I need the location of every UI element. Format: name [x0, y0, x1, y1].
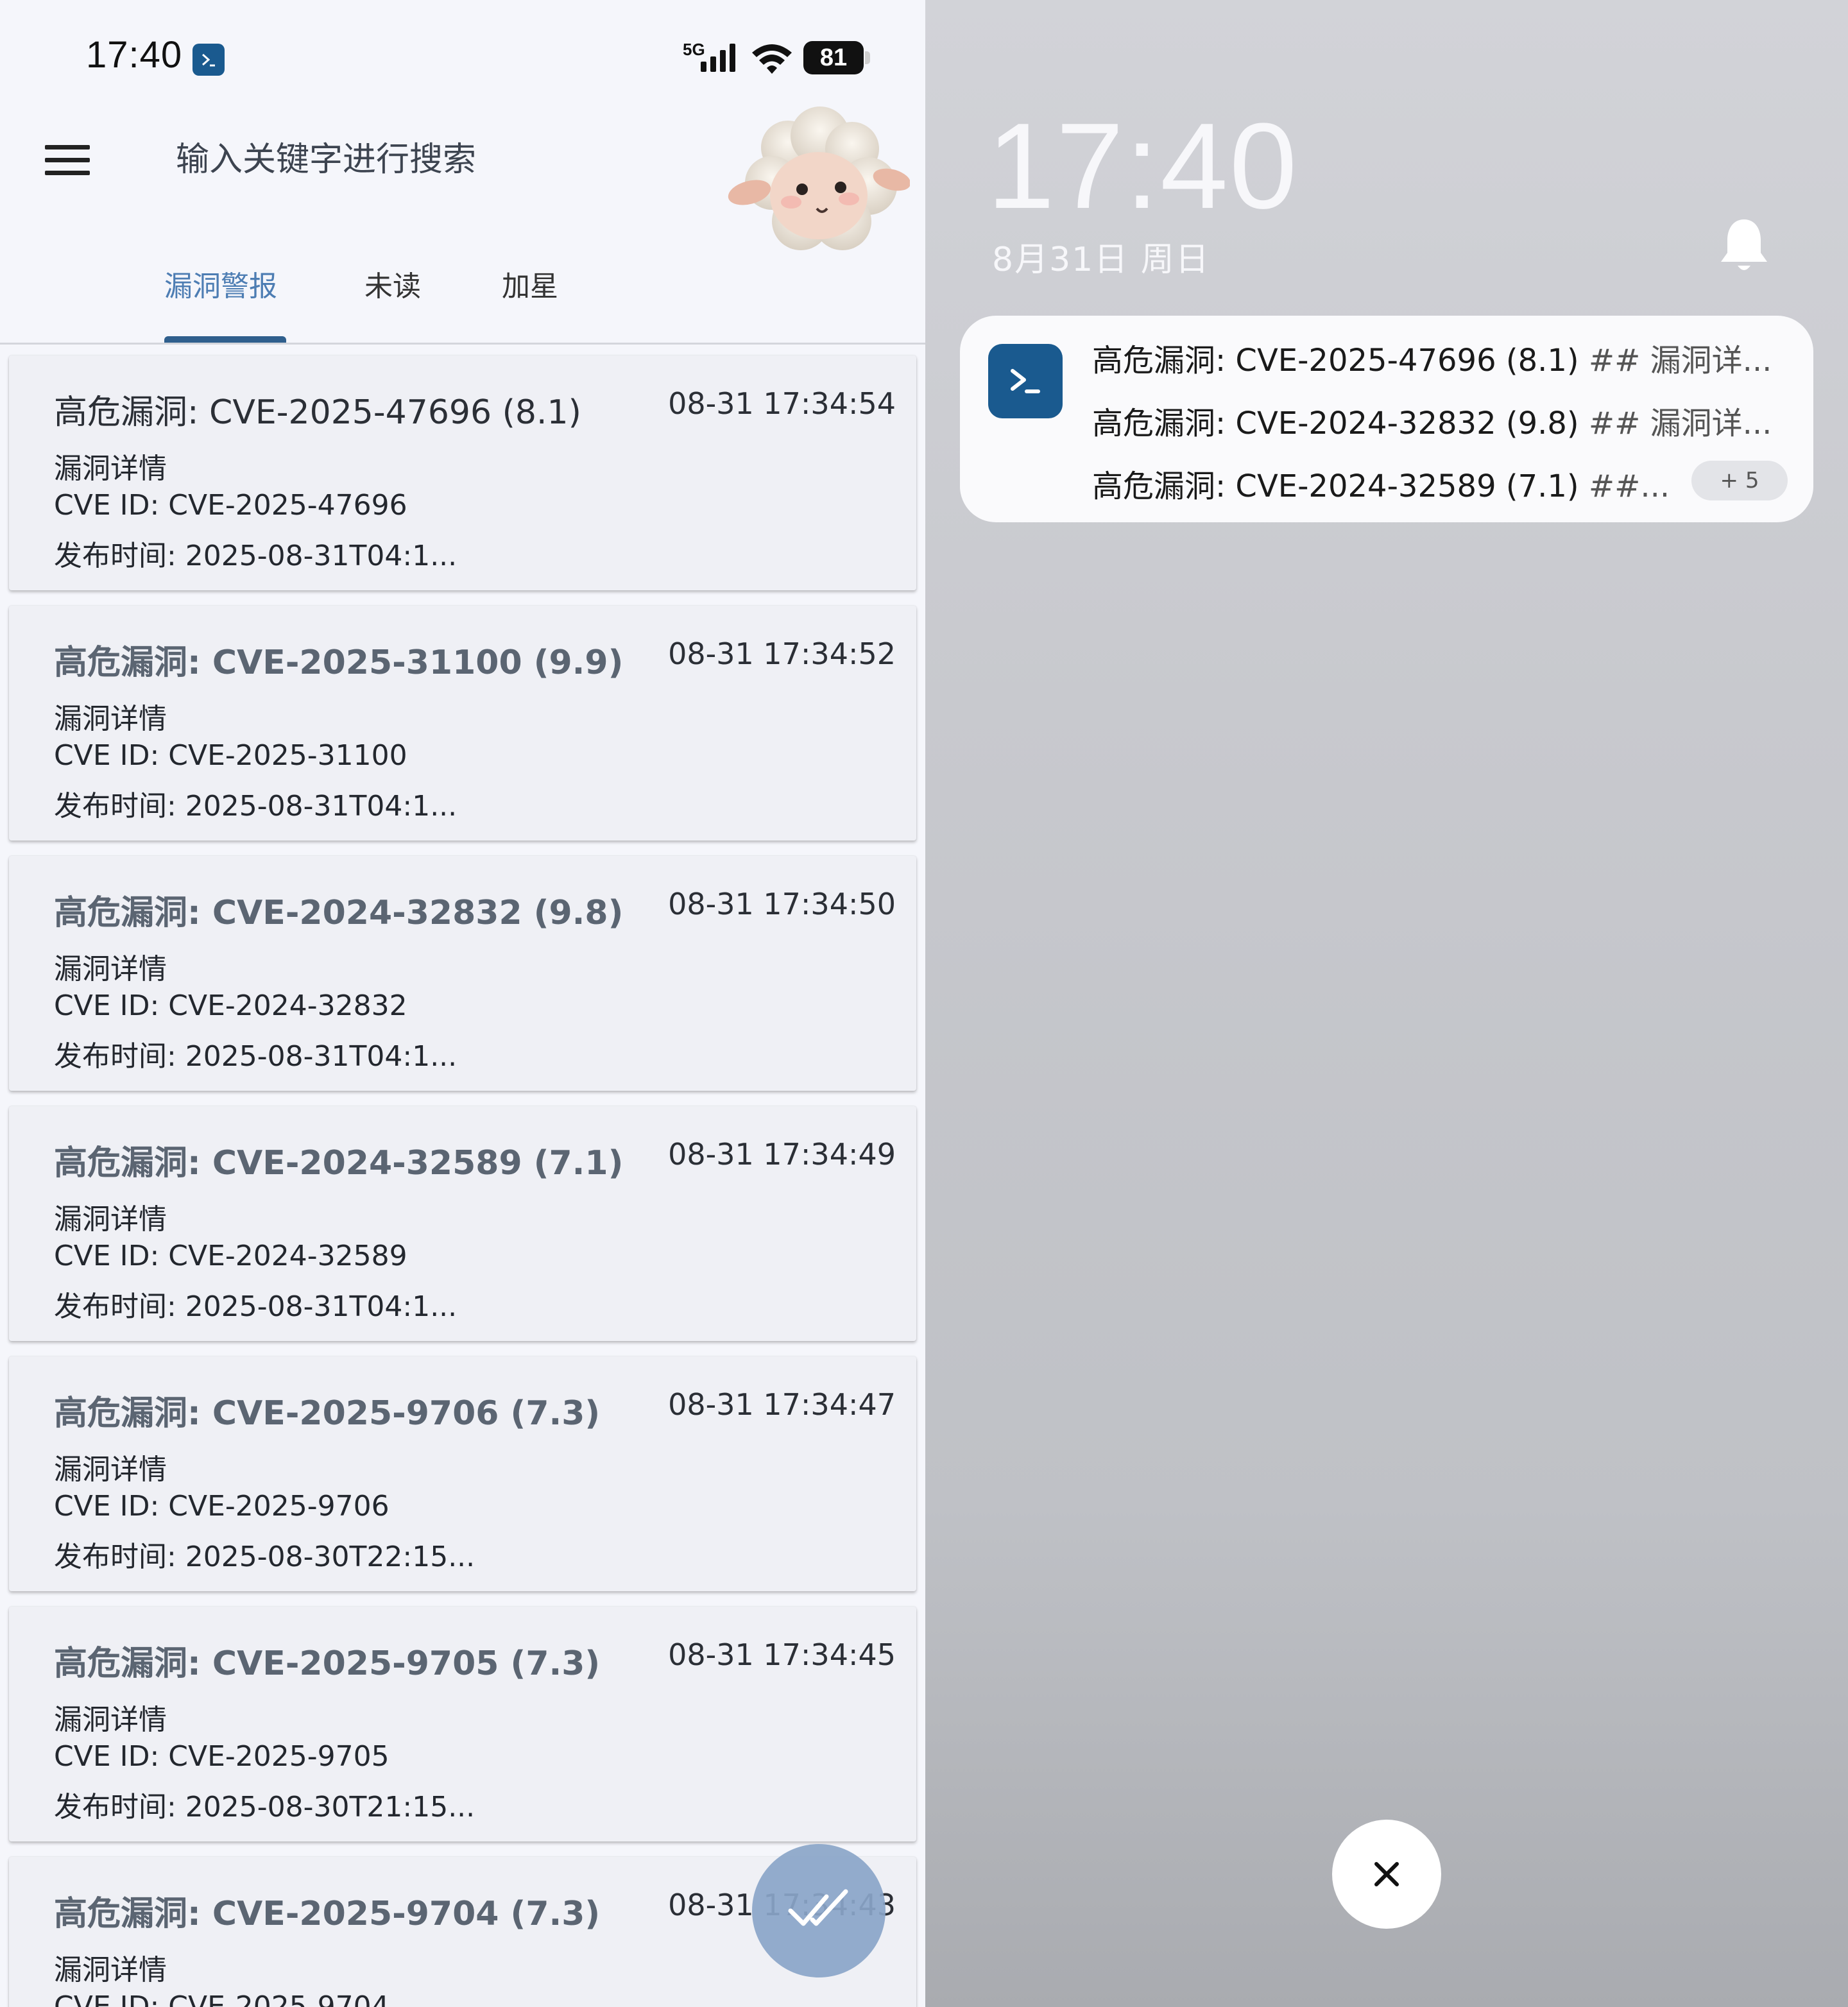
alert-title: 高危漏洞: CVE-2025-9704 (7.3)	[54, 1895, 601, 1933]
notification-snippet: ##...	[1588, 468, 1670, 504]
alert-published: 发布时间: 2025-08-31T04:1...	[54, 790, 458, 823]
alert-detail-label: 漏洞详情	[54, 1704, 167, 1736]
alert-published: 发布时间: 2025-08-31T04:1...	[54, 1290, 458, 1323]
alert-cve-id: CVE ID: CVE-2024-32832	[54, 989, 407, 1022]
search-input[interactable]	[175, 133, 690, 186]
status-time: 17:40	[86, 34, 183, 76]
close-icon	[1374, 1862, 1399, 1886]
alert-card[interactable]: 高危漏洞: CVE-2025-31100 (9.9) 08-31 17:34:5…	[9, 606, 916, 841]
lock-screen: 17:40 8月31日 周日 高危漏洞: CVE-2025-47696 (8.1…	[925, 0, 1848, 2007]
terminal-app-icon	[988, 344, 1063, 418]
double-check-icon	[788, 1889, 848, 1926]
alert-card[interactable]: 高危漏洞: CVE-2025-9705 (7.3) 08-31 17:34:45…	[9, 1607, 916, 1841]
alert-cve-id: CVE ID: CVE-2025-31100	[54, 739, 407, 772]
tab-starred[interactable]: 加星	[502, 263, 558, 304]
bell-icon[interactable]	[1718, 216, 1770, 277]
alert-published: 发布时间: 2025-08-30T22:15...	[54, 1541, 475, 1573]
alert-card[interactable]: 高危漏洞: CVE-2025-9706 (7.3) 08-31 17:34:47…	[9, 1356, 916, 1591]
alert-detail-label: 漏洞详情	[54, 1954, 167, 1986]
alert-detail-label: 漏洞详情	[54, 1203, 167, 1236]
alert-time: 08-31 17:34:45	[668, 1637, 896, 1672]
alert-time: 08-31 17:34:50	[668, 887, 896, 921]
alert-detail-label: 漏洞详情	[54, 452, 167, 485]
alert-time: 08-31 17:34:52	[668, 636, 896, 671]
status-bar: 17:40 5G 81	[0, 0, 925, 115]
notification-title: 高危漏洞: CVE-2025-47696 (8.1)	[1092, 343, 1579, 379]
alert-cve-id: CVE ID: CVE-2025-9706	[54, 1490, 389, 1523]
tab-bar: 漏洞警报 未读 加星	[0, 257, 925, 345]
notification-snippet: ## 漏洞详...	[1588, 406, 1772, 441]
alert-time: 08-31 17:34:47	[668, 1387, 896, 1422]
notification-snippet: ## 漏洞详...	[1588, 343, 1772, 379]
alert-detail-label: 漏洞详情	[54, 703, 167, 735]
alert-title: 高危漏洞: CVE-2025-31100 (9.9)	[54, 644, 624, 682]
tab-indicator	[164, 336, 286, 343]
tab-unread[interactable]: 未读	[364, 263, 421, 304]
alert-title: 高危漏洞: CVE-2024-32589 (7.1)	[54, 1144, 624, 1183]
alert-card[interactable]: 高危漏洞: CVE-2024-32832 (9.8) 08-31 17:34:5…	[9, 856, 916, 1091]
signal-icon	[701, 44, 735, 72]
menu-icon[interactable]	[45, 142, 90, 177]
lock-date: 8月31日 周日	[992, 241, 1210, 279]
battery-cap	[865, 51, 870, 64]
alert-title: 高危漏洞: CVE-2024-32832 (9.8)	[54, 894, 624, 932]
alert-published: 发布时间: 2025-08-31T04:1...	[54, 1040, 458, 1073]
alert-detail-label: 漏洞详情	[54, 1453, 167, 1486]
battery-indicator: 81	[803, 41, 864, 74]
tab-alerts[interactable]: 漏洞警报	[164, 263, 277, 304]
alert-title: 高危漏洞: CVE-2025-9706 (7.3)	[54, 1394, 601, 1433]
alert-published: 发布时间: 2025-08-31T04:1...	[54, 540, 458, 572]
alert-published: 发布时间: 2025-08-30T21:15...	[54, 1791, 475, 1823]
notification-line: 高危漏洞: CVE-2024-32589 (7.1) ##...	[1092, 461, 1670, 506]
notification-card[interactable]: 高危漏洞: CVE-2025-47696 (8.1) ## 漏洞详... 高危漏…	[960, 316, 1813, 522]
notification-title: 高危漏洞: CVE-2024-32589 (7.1)	[1092, 468, 1579, 504]
alert-card[interactable]: 高危漏洞: CVE-2024-32589 (7.1) 08-31 17:34:4…	[9, 1106, 916, 1341]
more-notifications-badge[interactable]: + 5	[1691, 461, 1788, 500]
alert-cve-id: CVE ID: CVE-2024-32589	[54, 1240, 407, 1272]
wifi-icon	[752, 44, 792, 74]
notification-line: 高危漏洞: CVE-2024-32832 (9.8) ## 漏洞详...	[1092, 398, 1772, 443]
alert-title: 高危漏洞: CVE-2025-47696 (8.1)	[54, 393, 581, 432]
alert-time: 08-31 17:34:54	[668, 386, 896, 421]
alert-cve-id: CVE ID: CVE-2025-9705	[54, 1740, 389, 1773]
alert-time: 08-31 17:34:49	[668, 1137, 896, 1172]
app-screen: 17:40 5G 81 输入关键字进行搜索 漏洞警报 未读 加星 高危漏洞: C…	[0, 0, 925, 2007]
sheep-avatar[interactable]	[724, 103, 910, 263]
notification-line: 高危漏洞: CVE-2025-47696 (8.1) ## 漏洞详...	[1092, 335, 1772, 380]
alert-cve-id: CVE ID: CVE-2025-9704	[54, 1990, 389, 2007]
alert-cve-id: CVE ID: CVE-2025-47696	[54, 489, 407, 522]
clear-notifications-button[interactable]	[1332, 1820, 1441, 1929]
terminal-app-icon	[193, 44, 225, 76]
mark-all-read-button[interactable]	[752, 1844, 886, 1977]
lock-time: 17:40	[987, 98, 1299, 234]
alert-detail-label: 漏洞详情	[54, 953, 167, 986]
alert-title: 高危漏洞: CVE-2025-9705 (7.3)	[54, 1644, 601, 1683]
notification-title: 高危漏洞: CVE-2024-32832 (9.8)	[1092, 406, 1579, 441]
alert-card[interactable]: 高危漏洞: CVE-2025-47696 (8.1) 08-31 17:34:5…	[9, 355, 916, 590]
